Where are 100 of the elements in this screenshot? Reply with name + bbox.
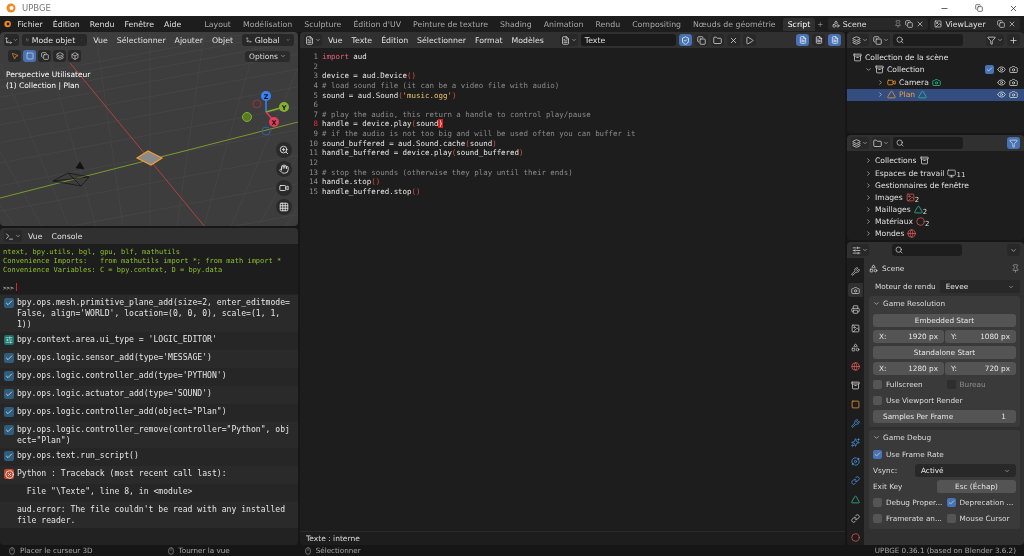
eye-icon[interactable] xyxy=(997,77,1006,87)
properties-tab[interactable] xyxy=(848,378,863,392)
pointer-icon xyxy=(10,52,19,60)
checkbox[interactable] xyxy=(873,498,882,507)
camera-data-icon xyxy=(931,77,941,87)
search-icon xyxy=(895,246,903,254)
sliders-icon xyxy=(4,335,14,345)
properties-tab[interactable] xyxy=(848,454,863,468)
exclude-checkbox[interactable] xyxy=(985,65,994,75)
pin-icon[interactable] xyxy=(1011,264,1020,273)
report-text: bpy.ops.logic.controller_add(type='PYTHON') xyxy=(17,370,227,381)
eye-icon[interactable] xyxy=(997,90,1006,100)
shapes-icon xyxy=(831,20,840,28)
document-icon xyxy=(560,35,570,45)
checkbox[interactable] xyxy=(873,514,882,523)
squares-icon xyxy=(55,52,64,60)
search-field[interactable] xyxy=(893,34,963,46)
checkbox[interactable] xyxy=(873,450,882,459)
camera-view-button[interactable] xyxy=(276,180,292,196)
properties-tab[interactable] xyxy=(848,264,863,278)
check-icon xyxy=(4,451,14,461)
checkbox[interactable] xyxy=(873,380,882,389)
view-toggle-button[interactable] xyxy=(812,34,825,46)
properties-tab[interactable] xyxy=(848,435,863,449)
circle-icon xyxy=(916,217,926,227)
select-mode-button[interactable] xyxy=(38,50,51,62)
filter-button[interactable] xyxy=(1007,137,1020,149)
properties-tab[interactable] xyxy=(848,492,863,506)
properties-tab[interactable] xyxy=(848,283,863,297)
editor-type-button[interactable] xyxy=(851,34,869,46)
checkbox[interactable] xyxy=(873,396,882,405)
view-toggle-button[interactable] xyxy=(796,34,809,46)
mouse-icon xyxy=(303,546,312,555)
editor-type-button[interactable] xyxy=(4,34,20,46)
fake-user-button[interactable] xyxy=(678,34,692,46)
check-icon xyxy=(4,371,14,381)
display-mode-button[interactable] xyxy=(872,34,890,46)
lines-icon xyxy=(798,36,807,44)
search-field[interactable] xyxy=(893,137,963,149)
properties-tab[interactable] xyxy=(848,416,863,430)
search-field[interactable] xyxy=(892,244,962,256)
check-icon xyxy=(4,353,14,363)
tick-icon xyxy=(986,66,993,74)
add-icon[interactable] xyxy=(817,19,824,29)
triangle-icon xyxy=(887,90,896,100)
text-browse-button[interactable] xyxy=(559,34,578,46)
select-tool-button[interactable] xyxy=(8,50,21,62)
squares-icon xyxy=(40,52,49,60)
shapes-icon xyxy=(851,342,860,352)
wrench-icon xyxy=(851,266,860,276)
zoom-button[interactable] xyxy=(276,142,292,158)
search-icon xyxy=(896,139,904,147)
check-icon xyxy=(4,425,14,435)
run-script-button[interactable] xyxy=(742,34,756,46)
properties-tab[interactable] xyxy=(848,511,863,525)
select-mode-button[interactable] xyxy=(53,50,66,62)
pan-button[interactable] xyxy=(276,161,292,177)
editor-type-button[interactable] xyxy=(304,34,322,46)
error-icon xyxy=(4,469,14,479)
report-text: Python : Traceback (most recent call last): xyxy=(17,468,227,479)
view-toggle-button[interactable] xyxy=(828,34,841,46)
close-icon[interactable] xyxy=(1009,3,1018,13)
new-collection-button[interactable] xyxy=(1007,34,1020,46)
folder-icon xyxy=(712,35,722,45)
editor-type-button[interactable] xyxy=(851,244,869,256)
display-mode-button[interactable] xyxy=(872,137,890,149)
perspective-button[interactable] xyxy=(276,199,292,215)
sliders-icon xyxy=(852,245,861,255)
select-mode-button[interactable] xyxy=(68,50,81,62)
archive-icon xyxy=(919,156,929,166)
properties-tab[interactable] xyxy=(848,321,863,335)
properties-tab[interactable] xyxy=(848,302,863,316)
close-icon xyxy=(916,20,925,28)
eye-icon[interactable] xyxy=(997,65,1006,75)
checkbox[interactable] xyxy=(946,498,956,507)
camera-icon[interactable] xyxy=(1009,77,1018,87)
properties-tab[interactable] xyxy=(848,397,863,411)
open-button[interactable] xyxy=(710,34,724,46)
camera-icon[interactable] xyxy=(1009,90,1018,100)
play-icon xyxy=(744,35,754,45)
restore-icon[interactable] xyxy=(975,4,983,12)
zoom-icon xyxy=(279,145,289,155)
camera-icon xyxy=(887,77,896,87)
checkbox[interactable] xyxy=(946,514,956,523)
camera-icon[interactable] xyxy=(1009,65,1018,75)
check-icon xyxy=(4,407,14,417)
options-button[interactable] xyxy=(1007,244,1020,256)
editor-type-button[interactable] xyxy=(4,230,22,242)
report-text: bpy.ops.logic.sensor_add(type='MESSAGE') xyxy=(17,352,212,363)
search-icon xyxy=(896,36,904,44)
editor-type-button[interactable] xyxy=(851,137,869,149)
filter-button[interactable] xyxy=(986,34,1004,46)
duplicate-button[interactable] xyxy=(694,34,708,46)
report-text: bpy.context.area.ui_type = 'LOGIC_EDITOR' xyxy=(17,334,217,345)
unlink-button[interactable] xyxy=(726,34,740,46)
archive-icon xyxy=(875,65,884,75)
document-icon xyxy=(305,35,314,45)
monitor-icon xyxy=(947,168,957,178)
properties-tab[interactable] xyxy=(848,359,863,373)
report-text: bpy.ops.logic.actuator_add(type='SOUND') xyxy=(17,388,212,399)
